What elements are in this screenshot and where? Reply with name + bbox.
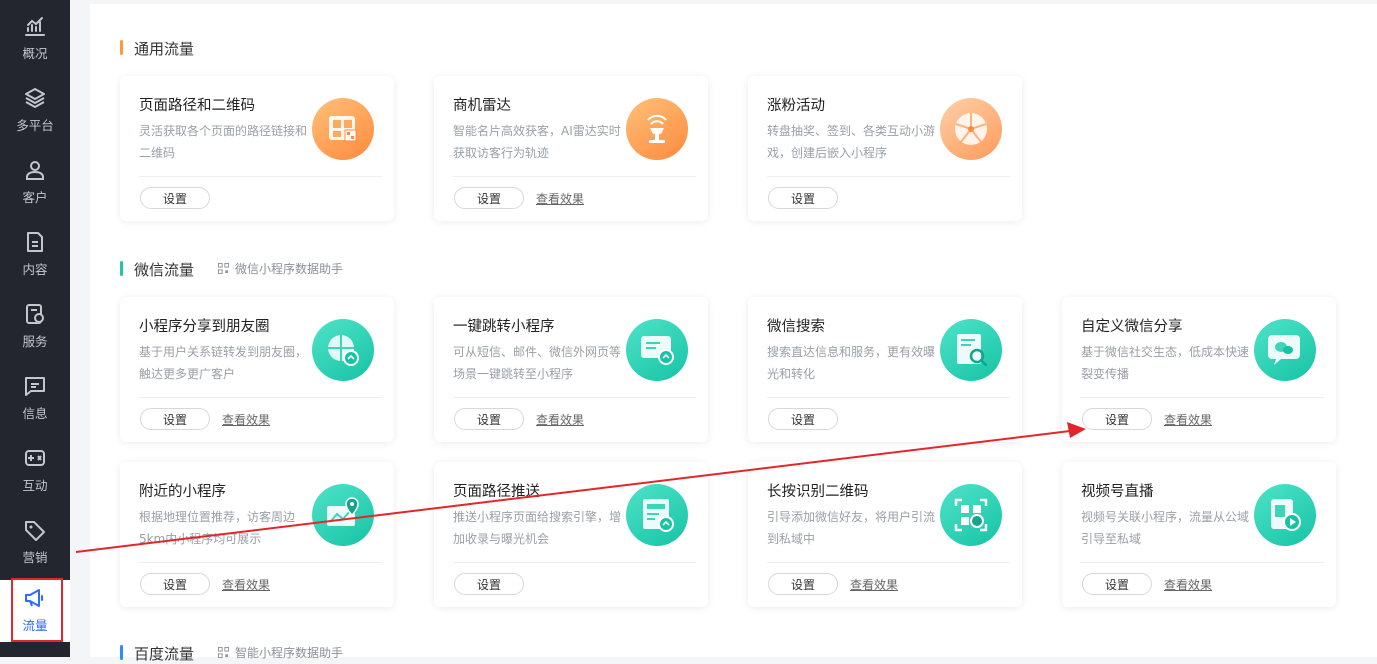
highlight-box: [11, 578, 63, 642]
settings-button[interactable]: 设置: [454, 573, 524, 595]
wheel-icon: [940, 98, 1002, 160]
moments-icon: [312, 319, 374, 381]
settings-button[interactable]: 设置: [140, 187, 210, 209]
qrcode-icon: [218, 263, 229, 274]
map-icon: [312, 484, 374, 546]
card-title: 页面路径推送: [453, 484, 540, 500]
jump-icon: [626, 319, 688, 381]
layers-icon: [25, 88, 45, 108]
video-live-icon: [1254, 484, 1316, 546]
sidebar-item-content[interactable]: 内容: [0, 224, 70, 286]
card-jump-mini-program: 一键跳转小程序 可从短信、邮件、微信外网页等场景一键跳转至小程序 设置 查看效果: [434, 297, 708, 442]
settings-button[interactable]: 设置: [1082, 573, 1152, 595]
card-title: 商机雷达: [453, 98, 511, 114]
card-title: 附近的小程序: [139, 484, 226, 500]
card-page-path-qrcode: 页面路径和二维码 灵活获取各个页面的路径链接和二维码 设置: [120, 76, 394, 221]
card-title: 页面路径和二维码: [139, 98, 255, 114]
user-icon: [26, 161, 44, 180]
settings-button[interactable]: 设置: [1082, 408, 1152, 430]
settings-button[interactable]: 设置: [454, 408, 524, 430]
sidebar-item-service[interactable]: 服务: [0, 296, 70, 358]
card-title: 小程序分享到朋友圈: [139, 319, 270, 335]
settings-button[interactable]: 设置: [140, 408, 210, 430]
card-wechat-search: 微信搜索 搜索直达信息和服务，更有效曝光和转化 设置: [748, 297, 1022, 442]
card-title: 自定义微信分享: [1081, 319, 1183, 335]
sidebar-item-label: 内容: [22, 262, 48, 277]
sidebar-item-label: 服务: [22, 334, 48, 349]
sidebar-item-label: 互动: [22, 478, 48, 493]
view-effect-link[interactable]: 查看效果: [222, 411, 270, 428]
view-effect-link[interactable]: 查看效果: [536, 190, 584, 207]
card-desc: 基于微信社交生态，低成本快速裂变传播: [1081, 345, 1250, 381]
sidebar-item-label: 概况: [22, 46, 48, 61]
qrcode-scan-icon: [940, 484, 1002, 546]
main-content: 通用流量 页面路径和二维码 灵活获取各个页面的路径链接和二维码 设置 商机雷达 …: [90, 4, 1377, 663]
sidebar: 概况 多平台 客户 内容 服务 信息 互动 营销 流量: [0, 0, 70, 657]
card-fan-growth: 涨粉活动 转盘抽奖、签到、各类互动小游戏，创建后嵌入小程序 设置: [748, 76, 1022, 221]
baidu-data-assistant-link[interactable]: 智能小程序数据助手: [218, 644, 343, 661]
card-title: 微信搜索: [767, 319, 825, 335]
view-effect-link[interactable]: 查看效果: [850, 576, 898, 593]
sidebar-item-customers[interactable]: 客户: [0, 152, 70, 214]
card-page-path-push: 页面路径推送 推送小程序页面给搜索引擎，增加收录与曝光机会 设置: [434, 462, 708, 607]
view-effect-link[interactable]: 查看效果: [1164, 411, 1212, 428]
sidebar-item-label: 客户: [22, 190, 48, 205]
qrcode-page-icon: [312, 98, 374, 160]
view-effect-link[interactable]: 查看效果: [222, 576, 270, 593]
card-desc: 引导添加微信好友，将用户引流到私域中: [767, 510, 936, 546]
card-channels-live: 视频号直播 视频号关联小程序，流量从公域引导至私域 设置 查看效果: [1062, 462, 1336, 607]
interact-icon: [25, 450, 45, 466]
sidebar-item-interaction[interactable]: 互动: [0, 440, 70, 502]
card-title: 一键跳转小程序: [453, 319, 555, 335]
view-effect-link[interactable]: 查看效果: [536, 411, 584, 428]
card-title: 视频号直播: [1081, 484, 1154, 500]
card-desc: 智能名片高效获客，AI雷达实时获取访客行为轨迹: [453, 124, 621, 160]
card-desc: 基于用户关系链转发到朋友圈，触达更多更广客户: [139, 345, 308, 381]
sidebar-item-overview[interactable]: 概况: [0, 8, 70, 70]
card-desc: 搜索直达信息和服务，更有效曝光和转化: [767, 345, 936, 381]
message-icon: [25, 377, 45, 396]
wechat-data-assistant-link[interactable]: 微信小程序数据助手: [218, 260, 343, 277]
card-desc: 根据地理位置推荐，访客周边5km内小程序均可展示: [139, 510, 296, 546]
service-icon: [26, 304, 44, 324]
settings-button[interactable]: 设置: [768, 408, 838, 430]
card-desc: 推送小程序页面给搜索引擎，增加收录与曝光机会: [453, 510, 622, 546]
sidebar-item-label: 多平台: [16, 118, 54, 133]
chart-icon: [25, 17, 45, 36]
settings-button[interactable]: 设置: [140, 573, 210, 595]
card-nearby-mini-program: 附近的小程序 根据地理位置推荐，访客周边5km内小程序均可展示 设置 查看效果: [120, 462, 394, 607]
sidebar-item-label: 信息: [22, 406, 48, 421]
sidebar-item-messages[interactable]: 信息: [0, 368, 70, 430]
sidebar-item-label: 营销: [22, 550, 48, 565]
radar-icon: [626, 98, 688, 160]
card-title: 长按识别二维码: [767, 484, 869, 500]
card-business-radar: 商机雷达 智能名片高效获客，AI雷达实时获取访客行为轨迹 设置 查看效果: [434, 76, 708, 221]
sidebar-item-multiplatform[interactable]: 多平台: [0, 80, 70, 142]
document-icon: [27, 232, 43, 252]
settings-button[interactable]: 设置: [768, 187, 838, 209]
card-desc: 转盘抽奖、签到、各类互动小游戏，创建后嵌入小程序: [767, 124, 936, 160]
card-custom-wechat-share: 自定义微信分享 基于微信社交生态，低成本快速裂变传播 设置 查看效果: [1062, 297, 1336, 442]
card-desc: 视频号关联小程序，流量从公域引导至私域: [1081, 510, 1250, 546]
card-desc: 灵活获取各个页面的路径链接和二维码: [139, 124, 308, 160]
wechat-share-icon: [1254, 319, 1316, 381]
tag-icon: [25, 521, 45, 541]
card-long-press-qrcode: 长按识别二维码 引导添加微信好友，将用户引流到私域中 设置 查看效果: [748, 462, 1022, 607]
card-share-moments: 小程序分享到朋友圈 基于用户关系链转发到朋友圈，触达更多更广客户 设置 查看效果: [120, 297, 394, 442]
qrcode-icon: [218, 647, 229, 658]
card-desc: 可从短信、邮件、微信外网页等场景一键跳转至小程序: [453, 345, 622, 381]
view-effect-link[interactable]: 查看效果: [1164, 576, 1212, 593]
push-icon: [626, 484, 688, 546]
card-title: 涨粉活动: [767, 98, 825, 114]
settings-button[interactable]: 设置: [768, 573, 838, 595]
search-icon: [940, 319, 1002, 381]
sidebar-item-marketing[interactable]: 营销: [0, 512, 70, 574]
settings-button[interactable]: 设置: [454, 187, 524, 209]
